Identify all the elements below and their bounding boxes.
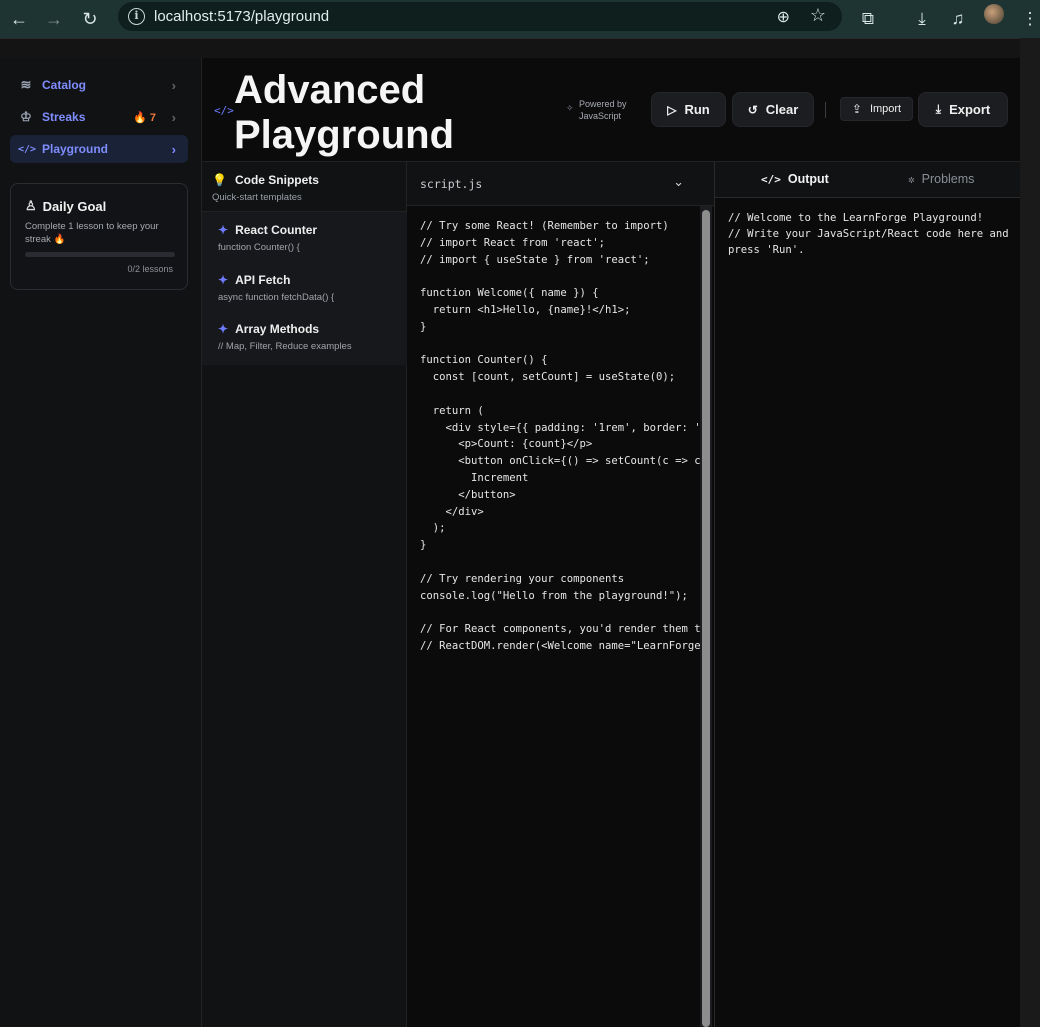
snippet-title: Array Methods [235, 322, 320, 336]
sparkle-icon: ✧ [566, 103, 574, 113]
title-line-2: Playground [234, 113, 455, 157]
snippets-title: Code Snippets [234, 173, 319, 187]
import-label: Import [869, 103, 902, 115]
snippet-react-counter[interactable]: ✦ React Counter function Counter() { [218, 223, 403, 253]
tab-output-label: Output [787, 172, 829, 186]
streak-badge: 🔥 7 [133, 111, 156, 124]
bug-icon: ✲ [908, 172, 915, 186]
sidebar-item-label: Catalog [42, 78, 87, 92]
snippet-title: API Fetch [235, 273, 291, 287]
page-title: Advanced Playground [234, 68, 454, 158]
upload-icon: ⇪ [851, 102, 862, 116]
play-icon: ▷ [667, 102, 677, 117]
site-info-icon[interactable]: i [128, 8, 145, 25]
sidebar-item-label: Streaks [42, 110, 86, 124]
snippet-api-fetch[interactable]: ✦ API Fetch async function fetchData() { [218, 273, 403, 303]
sidebar-item-playground[interactable]: </> Playground › [10, 135, 188, 163]
url-text: localhost:5173/playground [154, 8, 330, 25]
streak-count: 7 [149, 111, 156, 124]
clear-button[interactable]: ↺ Clear [732, 92, 814, 127]
back-arrow-icon[interactable]: ← [5, 5, 33, 33]
snippet-preview: function Counter() { [218, 242, 300, 253]
snippet-list: ✦ React Counter function Counter() { ✦ API… [202, 212, 407, 365]
tab-problems[interactable]: ✲ Problems [908, 172, 974, 186]
page-header: </> Advanced Playground ✧ Powered by Jav… [202, 58, 1020, 162]
snippets-header: 💡 Code Snippets Quick-start templates [202, 162, 407, 212]
snippets-panel: 💡 Code Snippets Quick-start templates ✦ R… [202, 162, 407, 1027]
extensions-icon[interactable]: ⧉ [854, 0, 882, 38]
code-textarea[interactable]: // Try some React! (Remember to import) … [420, 218, 704, 655]
output-tabs: </> Output ✲ Problems [715, 162, 1021, 198]
bookmark-star-icon[interactable]: ☆ [810, 5, 826, 26]
trophy-icon: ♔ [20, 109, 32, 124]
reload-icon[interactable]: ↻ [76, 5, 104, 33]
chevron-down-icon[interactable]: ⌄ [673, 174, 684, 190]
browser-toolbar: ← → ↻ i localhost:5173/playground ⊕ ☆ ⧉ … [0, 0, 1040, 38]
sidebar-item-streaks[interactable]: ♔ Streaks 🔥 7 › [10, 103, 188, 131]
bookmark-bar [0, 38, 1040, 58]
tab-output[interactable]: </> Output [761, 172, 829, 186]
sparkles-icon: ✦ [218, 322, 229, 336]
output-panel: </> Output ✲ Problems // Welcome to the … [714, 162, 1021, 1027]
zoom-icon[interactable]: ⊕ [777, 7, 790, 27]
title-line-1: Advanced [234, 68, 426, 112]
editor-scrollbar[interactable] [700, 206, 712, 1027]
snippet-preview: async function fetchData() { [218, 292, 335, 303]
sidebar: ≋ Catalog › ♔ Streaks 🔥 7 › </> Playgrou… [0, 58, 202, 1027]
powered-by: ✧ Powered by JavaScript [566, 98, 627, 122]
award-icon: ♙ [25, 198, 37, 213]
run-button[interactable]: ▷ Run [651, 92, 726, 127]
goal-description: Complete 1 lesson to keep your streak 🔥 [25, 221, 159, 245]
snippet-title: React Counter [235, 223, 318, 237]
snippets-subtitle: Quick-start templates [212, 192, 302, 203]
download-icon: ⤓ [935, 102, 942, 116]
snippet-preview: // Map, Filter, Reduce examples [218, 341, 352, 352]
powered-line-1: Powered by [579, 99, 627, 109]
sidebar-item-label: Playground [42, 142, 109, 156]
chevron-right-icon: › [171, 77, 176, 93]
sparkles-icon: ✦ [218, 223, 229, 237]
profile-avatar[interactable] [984, 4, 1004, 24]
sidebar-item-catalog[interactable]: ≋ Catalog › [10, 71, 188, 99]
layers-icon: ≋ [20, 77, 32, 92]
forward-arrow-icon[interactable]: → [40, 5, 68, 33]
toolbar-divider [825, 102, 826, 118]
daily-goal-card: ♙ Daily Goal Complete 1 lesson to keep y… [10, 183, 188, 290]
rotate-ccw-icon: ↺ [747, 102, 758, 117]
export-label: Export [949, 102, 991, 117]
lightbulb-icon: 💡 [212, 173, 227, 187]
goal-progress-bar [25, 252, 175, 257]
downloads-icon[interactable]: ⤓ [908, 0, 936, 38]
chevron-right-icon: › [171, 109, 176, 125]
code-icon: </> [18, 143, 37, 155]
tab-problems-label: Problems [921, 172, 975, 186]
editor-file-tab[interactable]: script.js ⌄ [407, 162, 714, 206]
console-output: // Welcome to the LearnForge Playground!… [728, 212, 1009, 256]
file-name: script.js [420, 177, 483, 191]
goal-count: 0/2 lessons [127, 264, 173, 274]
code-icon: </> [761, 172, 781, 186]
snippet-array-methods[interactable]: ✦ Array Methods // Map, Filter, Reduce ex… [218, 322, 403, 352]
page-scroll-gutter [1020, 38, 1040, 1027]
chevron-right-icon: › [171, 141, 176, 157]
export-button[interactable]: ⤓ Export [918, 92, 1008, 127]
menu-kebab-icon[interactable]: ⋮ [1016, 0, 1040, 38]
powered-line-2: JavaScript [579, 111, 622, 121]
sparkles-icon: ✦ [218, 273, 229, 287]
run-label: Run [684, 102, 710, 117]
daily-goal-title: ♙ Daily Goal [25, 198, 173, 214]
clear-label: Clear [765, 102, 799, 117]
goal-title-text: Daily Goal [42, 198, 107, 214]
address-bar[interactable]: i localhost:5173/playground ⊕ ☆ [118, 2, 842, 31]
code-editor: script.js ⌄ // Try some React! (Remember… [407, 162, 714, 1027]
scrollbar-thumb[interactable] [702, 210, 710, 1027]
media-icon[interactable]: ♫ [944, 0, 972, 38]
import-button[interactable]: ⇪ Import [840, 97, 913, 121]
code-icon: </> [214, 104, 234, 117]
